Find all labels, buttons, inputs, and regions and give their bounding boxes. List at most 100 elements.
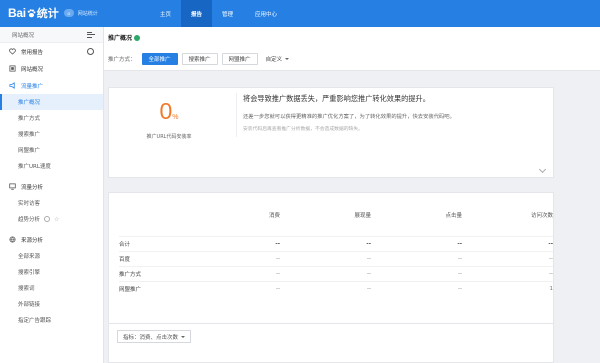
row-label: 网盟推广	[119, 287, 142, 293]
summary-table: 消费 展现量 点击量 访问次数 合计 -- -- -- -- 百度 -- -- …	[119, 209, 553, 296]
sidebar-item-external-links[interactable]: 外部链接	[0, 296, 103, 312]
logo-tongji-text: 统计	[36, 8, 59, 20]
sidebar-item-search-engines[interactable]: 搜索引擎	[0, 264, 103, 280]
table-cell: --	[367, 256, 371, 262]
site-name: 网站统计	[77, 10, 98, 17]
filter-label: 推广方式：	[108, 57, 136, 63]
nav-home[interactable]: 主页	[150, 0, 181, 27]
table-cell: --	[367, 271, 371, 277]
globe-icon	[9, 236, 16, 243]
sidebar-group-source-analysis[interactable]: 来源分析	[0, 231, 103, 248]
heart-icon	[9, 48, 16, 55]
table-cell: --	[276, 256, 280, 262]
filter-all-promo-button[interactable]: 全部推广	[141, 53, 178, 65]
gear-icon[interactable]	[87, 48, 94, 55]
sidebar-item-all-sources[interactable]: 全部来源	[0, 248, 103, 264]
promo-icon	[9, 82, 15, 89]
metric-chart-card: 指标：消费、点击次数	[108, 323, 554, 363]
page-header: 推广概况 推广方式： 全部推广 搜索推广 网盟推广 自定义	[104, 27, 600, 71]
sidebar-group-label: 来源分析	[21, 237, 44, 244]
sidebar-group-site-overview[interactable]: 网站概况	[0, 60, 103, 77]
page-title-text: 推广概况	[108, 35, 133, 42]
promo-method-filter: 推广方式： 全部推广 搜索推广 网盟推广 自定义	[108, 53, 293, 65]
help-icon[interactable]	[44, 216, 51, 222]
install-rate-card: 0% 推广URL代码安装率 将会导致推广数据丢失，严重影响您推广转化效果的提升。…	[108, 87, 554, 178]
table-cell: --	[549, 256, 553, 262]
sidebar-group-label: 流量分析	[21, 184, 44, 191]
custom-dropdown[interactable]: 自定义	[262, 53, 294, 65]
top-nav: 主页 报告 管理 应用中心	[150, 0, 289, 27]
main-content: 推广概况 推广方式： 全部推广 搜索推广 网盟推广 自定义 0% 推广URL代码…	[104, 27, 600, 363]
table-cell: --	[458, 271, 462, 277]
monitor-icon	[9, 183, 16, 190]
divider	[236, 93, 237, 137]
nav-app-center[interactable]: 应用中心	[243, 0, 289, 27]
table-cell: --	[549, 271, 553, 277]
table-row: 网盟推广 -- -- -- 1	[119, 281, 553, 296]
table-cell: --	[457, 241, 462, 247]
sidebar-item-union-promo[interactable]: 网盟推广	[0, 142, 103, 158]
table-row: 推广方式 -- -- -- --	[119, 266, 553, 281]
column-header-impressions[interactable]: 展现量	[280, 211, 371, 219]
install-message: 将会导致推广数据丢失，严重影响您推广转化效果的提升。 还差一步您就可以获得更精准…	[243, 94, 573, 132]
sidebar-group-traffic-analysis[interactable]: 流量分析	[0, 178, 103, 195]
column-header-visits[interactable]: 访问次数	[462, 211, 553, 219]
custom-dropdown-label: 自定义	[265, 57, 283, 63]
sidebar-item-promo-overview[interactable]: 推广概况	[0, 94, 103, 110]
nav-manage[interactable]: 管理	[212, 0, 243, 27]
filter-search-promo-button[interactable]: 搜索推广	[181, 53, 218, 65]
site-badge-icon: ⊙	[63, 9, 74, 17]
sidebar-item-promo-method[interactable]: 推广方式	[0, 110, 103, 126]
nav-reports[interactable]: 报告	[181, 0, 212, 27]
table-header: 消费 展现量 点击量 访问次数	[119, 209, 553, 221]
sidebar-item-search-terms[interactable]: 搜索词	[0, 280, 103, 296]
info-icon[interactable]	[134, 34, 141, 41]
baidu-tongji-logo[interactable]: Bai 统计 ⊙ 网站统计	[8, 3, 98, 23]
install-rate-label: 推广URL代码安装率	[146, 134, 192, 140]
table-cell: --	[458, 256, 462, 262]
column-header-cost[interactable]: 消费	[189, 211, 280, 219]
chevron-down-icon	[285, 58, 290, 60]
message-note: 安装代码后再查看推广分析数据，不会造成数据的缺失。	[243, 127, 363, 132]
table-cell: --	[276, 271, 280, 277]
table-cell: --	[548, 241, 553, 247]
sidebar-item-promo-url-speed[interactable]: 推广URL速度	[0, 158, 103, 174]
metric-select-label: 指标：消费、点击次数	[123, 334, 179, 341]
sidebar-group-label: 流量推广	[21, 83, 44, 90]
collapse-sidebar-icon[interactable]	[87, 31, 95, 38]
sidebar-item-realtime-visitors[interactable]: 实时访客	[0, 195, 103, 211]
table-row: 合计 -- -- -- --	[119, 236, 553, 251]
install-rate-value: 0%	[159, 98, 179, 124]
table-row: 百度 -- -- -- --	[119, 251, 553, 266]
page-title: 推广概况	[108, 33, 141, 42]
sidebar-item-search-promo[interactable]: 搜索推广	[0, 126, 103, 142]
sidebar-item-ad-tracking[interactable]: 指定广告跟踪	[0, 312, 103, 328]
row-label: 百度	[119, 257, 131, 263]
sidebar-group-traffic-promo[interactable]: 流量推广	[0, 77, 103, 94]
sidebar-group-label: 常用报告	[21, 49, 44, 56]
sidebar-group-label: 网站概况	[21, 66, 44, 73]
row-label: 推广方式	[119, 272, 142, 278]
overview-icon	[9, 65, 16, 72]
sidebar-item-trend-analysis[interactable]: 趋势分析 ☆	[0, 211, 103, 227]
sidebar-header: 网站概况	[0, 27, 103, 43]
chevron-down-icon	[181, 335, 186, 338]
install-rate-kpi: 0% 推广URL代码安装率	[109, 98, 229, 140]
metric-select[interactable]: 指标：消费、点击次数	[117, 330, 192, 343]
chevron-down-icon[interactable]	[538, 165, 547, 174]
filter-union-promo-button[interactable]: 网盟推广	[221, 53, 258, 65]
sidebar-group-common-reports[interactable]: 常用报告	[0, 43, 103, 60]
table-cell: --	[366, 241, 371, 247]
row-label: 合计	[119, 242, 131, 248]
sidebar-item-label: 趋势分析	[18, 217, 41, 223]
message-title: 将会导致推广数据丢失，严重影响您推广转化效果的提升。	[243, 94, 430, 103]
top-bar: Bai 统计 ⊙ 网站统计 主页 报告 管理 应用中心	[0, 0, 600, 27]
star-icon[interactable]: ☆	[54, 216, 59, 223]
column-header-clicks[interactable]: 点击量	[371, 211, 462, 219]
sidebar: 网站概况 常用报告 网站概况 流量推广 推广概况 推广方式 搜索推广 网盟推广 …	[0, 27, 104, 363]
site-overview-select[interactable]: 网站概况	[12, 31, 34, 39]
table-cell: --	[367, 286, 371, 292]
install-rate-unit: %	[172, 114, 179, 121]
promo-summary-card: 消费 展现量 点击量 访问次数 合计 -- -- -- -- 百度 -- -- …	[108, 192, 554, 335]
table-cell: --	[276, 286, 280, 292]
